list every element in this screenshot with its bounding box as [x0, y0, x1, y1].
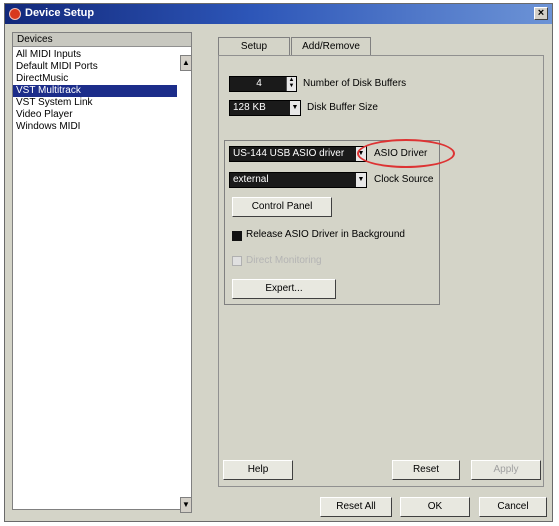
device-item[interactable]: DirectMusic [13, 73, 177, 85]
chevron-down-icon[interactable]: ▼ [290, 101, 300, 115]
clock-source-select[interactable]: external ▼ [229, 172, 367, 188]
device-list[interactable]: Devices All MIDI Inputs Default MIDI Por… [12, 32, 192, 510]
reset-button[interactable]: Reset [392, 460, 460, 480]
clock-source-label: Clock Source [374, 174, 434, 185]
cubase-logo-icon [9, 8, 21, 20]
device-list-header[interactable]: Devices [13, 33, 191, 47]
release-asio-checkbox[interactable] [232, 231, 242, 241]
control-panel-button[interactable]: Control Panel [232, 197, 332, 217]
device-item[interactable]: Video Player [13, 109, 177, 121]
disk-buffers-label: Number of Disk Buffers [303, 78, 407, 89]
window-title: Device Setup [25, 7, 95, 19]
release-asio-label: Release ASIO Driver in Background [246, 229, 405, 240]
ok-button[interactable]: OK [400, 497, 470, 517]
device-item-selected[interactable]: VST Multitrack [13, 85, 177, 97]
reset-all-button[interactable]: Reset All [320, 497, 392, 517]
device-item[interactable]: All MIDI Inputs [13, 49, 177, 61]
device-item[interactable]: Default MIDI Ports [13, 61, 177, 73]
disk-buffers-value: 4 [256, 78, 262, 89]
device-item[interactable]: VST System Link [13, 97, 177, 109]
buffer-size-label: Disk Buffer Size [307, 102, 378, 113]
device-item[interactable]: Windows MIDI [13, 121, 177, 133]
expert-button[interactable]: Expert... [232, 279, 336, 299]
direct-monitoring-label: Direct Monitoring [246, 255, 322, 266]
scroll-down-icon[interactable]: ▼ [180, 497, 192, 513]
scroll-up-icon[interactable]: ▲ [180, 55, 192, 71]
direct-monitoring-checkbox[interactable] [232, 256, 242, 266]
tab-add-remove[interactable]: Add/Remove [291, 37, 371, 55]
title-bar[interactable]: Device Setup × [5, 4, 552, 24]
clock-source-value: external [233, 174, 269, 185]
help-button[interactable]: Help [223, 460, 293, 480]
spin-arrows-icon[interactable]: ▲ ▼ [286, 77, 296, 91]
tab-setup[interactable]: Setup [218, 37, 290, 55]
close-button[interactable]: × [534, 7, 548, 20]
cancel-button[interactable]: Cancel [479, 497, 547, 517]
annotation-ring [357, 139, 455, 168]
apply-button[interactable]: Apply [471, 460, 541, 480]
buffer-size-select[interactable]: 128 KB ▼ [229, 100, 301, 116]
asio-driver-value: US-144 USB ASIO driver [233, 148, 345, 159]
disk-buffers-spinbox[interactable]: 4 ▲ ▼ [229, 76, 297, 92]
chevron-down-icon[interactable]: ▼ [356, 173, 366, 187]
buffer-size-value: 128 KB [233, 102, 266, 113]
asio-driver-select[interactable]: US-144 USB ASIO driver ▼ [229, 146, 367, 162]
